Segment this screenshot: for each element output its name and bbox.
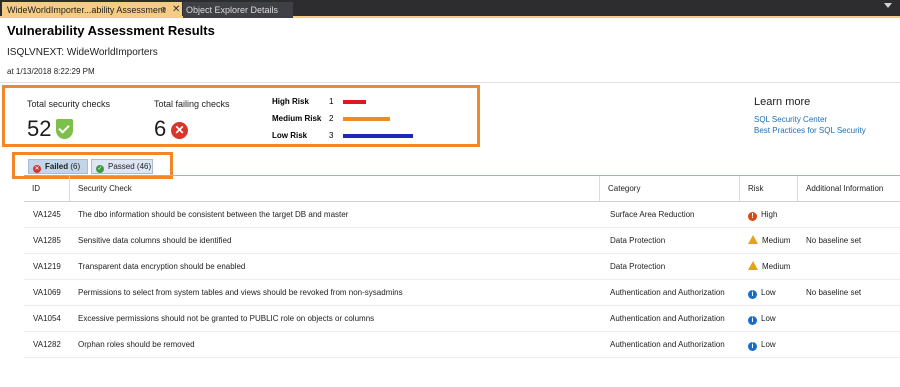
risk-label: Medium Risk [272,114,322,123]
column-header-risk[interactable]: Risk [740,176,798,201]
total-checks-value: 52 [27,116,52,141]
sql-security-center-link[interactable]: SQL Security Center [754,115,827,124]
server-database-label: ISQLVNEXT: WideWorldImporters [7,47,158,58]
learn-more-heading: Learn more [754,96,811,108]
risk-count: 2 [329,114,334,123]
risk-medium-icon [748,261,758,270]
risk-count: 1 [329,97,334,106]
error-icon: ✕ [171,122,188,139]
tab-object-explorer-details[interactable]: Object Explorer Details [183,2,293,18]
table-row[interactable]: VA1219 Transparent data encryption should… [24,254,900,280]
failing-checks-value: 6 [154,116,167,141]
cell-category: Authentication and Authorization [610,340,725,349]
cell-id: VA1285 [33,236,61,245]
risk-bar [343,117,390,121]
risk-level: High [761,210,778,219]
cell-security-check: Permissions to select from system tables… [78,288,403,297]
failing-checks-label: Total failing checks [154,99,230,109]
table-row[interactable]: VA1282 Orphan roles should be removed Auth… [24,332,900,358]
column-header-id[interactable]: ID [24,176,70,201]
cell-category: Data Protection [610,236,666,245]
cell-risk: i Low [748,306,806,332]
cell-id: VA1219 [33,262,61,271]
risk-low-icon: i [748,342,757,351]
passed-count: (46) [136,162,152,171]
results-table: ID Security Check Category Risk Addition… [24,176,900,387]
cell-risk: Medium [748,228,806,254]
cell-additional-information [806,254,900,280]
divider [0,82,900,83]
risk-low-icon: i [748,290,757,299]
cell-additional-information [806,306,900,332]
cell-category: Authentication and Authorization [610,288,725,297]
risk-bar [343,100,366,104]
cell-category: Surface Area Reduction [610,210,695,219]
close-icon[interactable]: ✕ [172,2,180,18]
cell-id: VA1054 [33,314,61,323]
failed-count: (6) [70,162,81,171]
cell-additional-information [806,202,900,228]
risk-count: 3 [329,131,334,140]
best-practices-link[interactable]: Best Practices for SQL Security [754,126,866,135]
pin-icon[interactable]: ⊕ [160,2,167,18]
page-title: Vulnerability Assessment Results [7,23,215,38]
cell-security-check: The dbo information should be consistent… [78,210,349,219]
table-row[interactable]: VA1054 Excessive permissions should not b… [24,306,900,332]
cell-id: VA1282 [33,340,61,349]
risk-level: Medium [762,236,791,245]
risk-level: Low [761,340,776,349]
column-header-category[interactable]: Category [600,176,740,201]
risk-medium-icon [748,235,758,244]
shield-check-icon [56,119,73,139]
cell-additional-information [806,332,900,358]
chevron-down-icon[interactable] [884,3,892,8]
total-checks-label: Total security checks [27,99,111,109]
risk-level: Low [761,288,776,297]
failed-label: Failed [45,162,69,171]
tab-passed[interactable]: ✓ Passed (46) [91,159,153,174]
table-row[interactable]: VA1245 The dbo information should be cons… [24,202,900,228]
cell-additional-information: No baseline set [806,236,862,245]
tab-vulnerability-assessment[interactable]: WideWorldImporter...ability Assessment ⊕… [2,2,182,18]
cell-security-check: Sensitive data columns should be identif… [78,236,232,245]
table-row[interactable]: VA1069 Permissions to select from system … [24,280,900,306]
cell-risk: ! High [748,202,806,228]
error-icon: ✕ [33,165,41,173]
risk-label: Low Risk [272,131,308,140]
risk-high-icon: ! [748,212,757,221]
tab-label: Object Explorer Details [186,5,279,15]
column-header-security-check[interactable]: Security Check [70,176,600,201]
tab-failed[interactable]: ✕ Failed (6) [28,159,88,174]
risk-bar [343,134,413,138]
cell-category: Authentication and Authorization [610,314,725,323]
cell-risk: Medium [748,254,806,280]
cell-security-check: Excessive permissions should not be gran… [78,314,375,323]
cell-category: Data Protection [610,262,666,271]
scan-timestamp: at 1/13/2018 8:22:29 PM [7,67,95,76]
cell-id: VA1069 [33,288,61,297]
cell-risk: i Low [748,332,806,358]
risk-label: High Risk [272,97,309,106]
check-icon: ✓ [96,165,104,173]
cell-id: VA1245 [33,210,61,219]
risk-level: Low [761,314,776,323]
table-row[interactable]: VA1285 Sensitive data columns should be i… [24,228,900,254]
risk-level: Medium [762,262,791,271]
column-header-additional-information[interactable]: Additional Information [798,176,900,201]
cell-risk: i Low [748,280,806,306]
tab-label: WideWorldImporter...ability Assessment [7,5,166,15]
document-tab-strip: WideWorldImporter...ability Assessment ⊕… [0,0,900,18]
cell-additional-information: No baseline set [806,288,862,297]
cell-security-check: Orphan roles should be removed [78,340,195,349]
passed-label: Passed [108,162,135,171]
cell-security-check: Transparent data encryption should be en… [78,262,246,271]
risk-low-icon: i [748,316,757,325]
